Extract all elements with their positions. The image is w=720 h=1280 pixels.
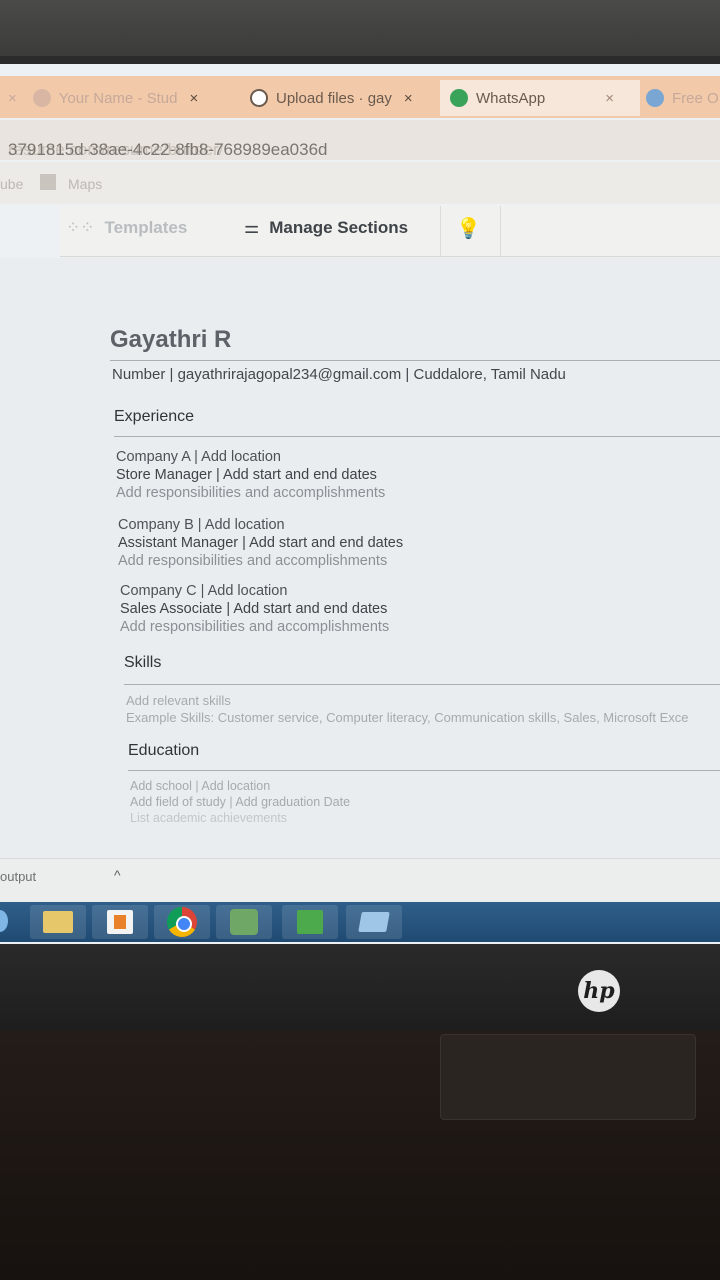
tab-upload-files[interactable]: Upload files · gay × bbox=[250, 80, 413, 116]
taskbar-chrome[interactable] bbox=[154, 905, 210, 939]
output-label[interactable]: output bbox=[0, 869, 36, 884]
android-studio-icon bbox=[230, 909, 258, 935]
experience-entry[interactable]: Company B | Add location Assistant Manag… bbox=[118, 516, 403, 570]
globe-icon bbox=[32, 89, 51, 107]
education-line: List academic achievements bbox=[130, 811, 288, 825]
github-icon bbox=[250, 89, 268, 107]
divider bbox=[114, 436, 720, 437]
hp-logo: hp bbox=[578, 970, 620, 1012]
tab-your-name[interactable]: × Your Name - Stud × bbox=[8, 80, 198, 116]
skills-content[interactable]: Add relevant skills Example Skills: Cust… bbox=[126, 692, 689, 726]
tab-free[interactable]: Free O bbox=[646, 80, 719, 116]
section-education-heading[interactable]: Education bbox=[128, 742, 199, 760]
chrome-icon bbox=[167, 907, 197, 937]
resume-name[interactable]: Gayathri R bbox=[110, 326, 231, 354]
start-button[interactable] bbox=[0, 910, 8, 932]
docs-icon bbox=[297, 910, 323, 934]
bookmark-maps[interactable]: Maps bbox=[68, 176, 102, 192]
close-icon[interactable]: × bbox=[605, 90, 614, 107]
resume-builder-toolbar: ⁘⁘ Templates ⚌ Manage Sections 💡 bbox=[60, 206, 720, 257]
templates-button[interactable]: ⁘⁘ Templates bbox=[66, 218, 187, 238]
lightbulb-icon[interactable]: 💡 bbox=[456, 216, 481, 241]
media-player-icon bbox=[107, 910, 133, 934]
experience-details: Add responsibilities and accomplishments bbox=[116, 485, 386, 501]
windows-taskbar bbox=[0, 902, 720, 942]
section-skills-heading[interactable]: Skills bbox=[124, 654, 161, 672]
education-line: Add field of study | Add graduation Date bbox=[130, 795, 351, 809]
experience-entry[interactable]: Company A | Add location Store Manager |… bbox=[116, 448, 385, 502]
manage-sections-label: Manage Sections bbox=[269, 218, 409, 237]
touchpad bbox=[440, 1034, 696, 1120]
whatsapp-icon bbox=[450, 89, 468, 107]
browser-tab-strip: × Your Name - Stud × Upload files · gay … bbox=[0, 76, 720, 118]
experience-role: Assistant Manager | Add start and end da… bbox=[118, 535, 404, 551]
experience-entry[interactable]: Company C | Add location Sales Associate… bbox=[120, 582, 389, 636]
experience-details: Add responsibilities and accomplishments bbox=[118, 553, 388, 569]
globe-icon bbox=[646, 89, 664, 107]
bookmarks-bar: ube Maps bbox=[0, 162, 720, 204]
screen: × Your Name - Stud × Upload files · gay … bbox=[0, 64, 720, 944]
experience-company: Company B | Add location bbox=[118, 517, 285, 533]
experience-company: Company C | Add location bbox=[120, 583, 288, 599]
tab-label: Free O bbox=[672, 89, 719, 107]
taskbar-folder[interactable] bbox=[30, 905, 86, 939]
network-icon bbox=[358, 912, 390, 932]
taskbar-docs[interactable] bbox=[282, 905, 338, 939]
education-content[interactable]: Add school | Add location Add field of s… bbox=[130, 778, 350, 826]
url-path: 3791815d-38ae-4c22-8fb8-768989ea036d bbox=[8, 140, 328, 159]
close-icon[interactable]: × bbox=[189, 90, 198, 107]
templates-label: Templates bbox=[104, 218, 188, 237]
manage-sections-button[interactable]: ⚌ Manage Sections bbox=[244, 218, 408, 238]
tab-label: WhatsApp bbox=[476, 89, 546, 107]
tab-whatsapp[interactable]: WhatsApp × bbox=[440, 80, 640, 116]
section-experience-heading[interactable]: Experience bbox=[114, 408, 194, 426]
bookmark-youtube[interactable]: ube bbox=[0, 176, 23, 192]
toolbar-divider bbox=[500, 206, 501, 256]
skills-line: Add relevant skills bbox=[126, 693, 231, 708]
laptop-bezel-top bbox=[0, 0, 720, 64]
taskbar-android-studio[interactable] bbox=[216, 905, 272, 939]
divider bbox=[110, 360, 720, 361]
grid-icon: ⁘⁘ bbox=[66, 218, 95, 237]
address-bar[interactable]: resume.com/resume/builder/3791815d-38ae-… bbox=[0, 120, 720, 160]
output-panel-bar: output ^ bbox=[0, 858, 720, 905]
divider bbox=[128, 770, 720, 771]
chevron-up-icon[interactable]: ^ bbox=[114, 867, 121, 883]
experience-company: Company A | Add location bbox=[116, 449, 281, 465]
sliders-icon: ⚌ bbox=[244, 218, 260, 237]
experience-details: Add responsibilities and accomplishments bbox=[120, 619, 390, 635]
close-icon[interactable]: × bbox=[8, 90, 17, 107]
divider bbox=[124, 684, 720, 685]
taskbar-network[interactable] bbox=[346, 905, 402, 939]
toolbar-divider bbox=[440, 206, 441, 256]
resume-canvas: Gayathri R Number | gayathrirajagopal234… bbox=[0, 258, 720, 858]
tab-label: Upload files · gay bbox=[276, 89, 392, 107]
skills-line: Example Skills: Customer service, Comput… bbox=[126, 710, 689, 725]
taskbar-media-player[interactable] bbox=[92, 905, 148, 939]
resume-contact[interactable]: Number | gayathrirajagopal234@gmail.com … bbox=[112, 366, 566, 383]
maps-icon bbox=[40, 174, 56, 190]
folder-icon bbox=[43, 911, 73, 933]
tab-label: Your Name - Stud bbox=[58, 89, 178, 107]
close-icon[interactable]: × bbox=[404, 90, 413, 107]
education-line: Add school | Add location bbox=[130, 779, 271, 793]
experience-role: Store Manager | Add start and end dates bbox=[116, 467, 377, 483]
experience-role: Sales Associate | Add start and end date… bbox=[120, 601, 388, 617]
